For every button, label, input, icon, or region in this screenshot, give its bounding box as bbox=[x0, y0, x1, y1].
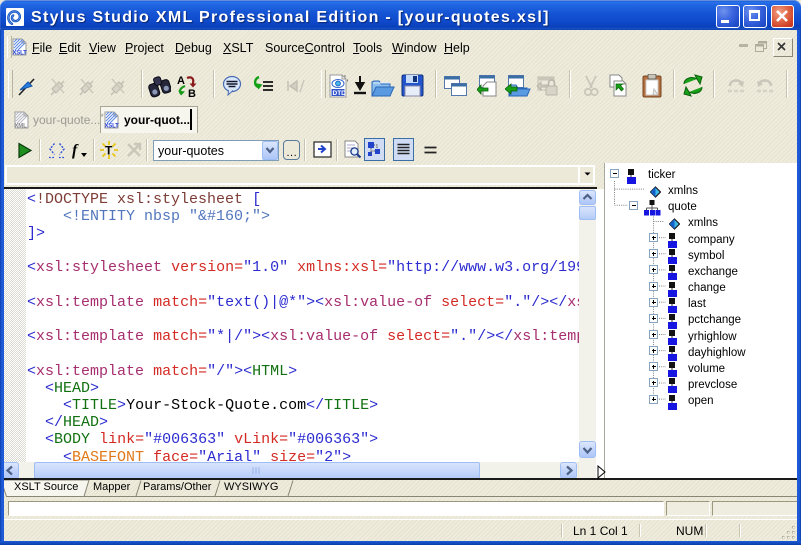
svg-text:T: T bbox=[105, 144, 113, 158]
svg-text:f: f bbox=[72, 142, 79, 159]
svg-text:XSLT: XSLT bbox=[13, 51, 28, 57]
svg-text:A: A bbox=[177, 75, 185, 87]
svg-text:B: B bbox=[188, 88, 196, 99]
svg-text:XML: XML bbox=[15, 124, 28, 130]
svg-text:DTD: DTD bbox=[333, 90, 347, 97]
svg-text:XSLT: XSLT bbox=[105, 124, 120, 130]
